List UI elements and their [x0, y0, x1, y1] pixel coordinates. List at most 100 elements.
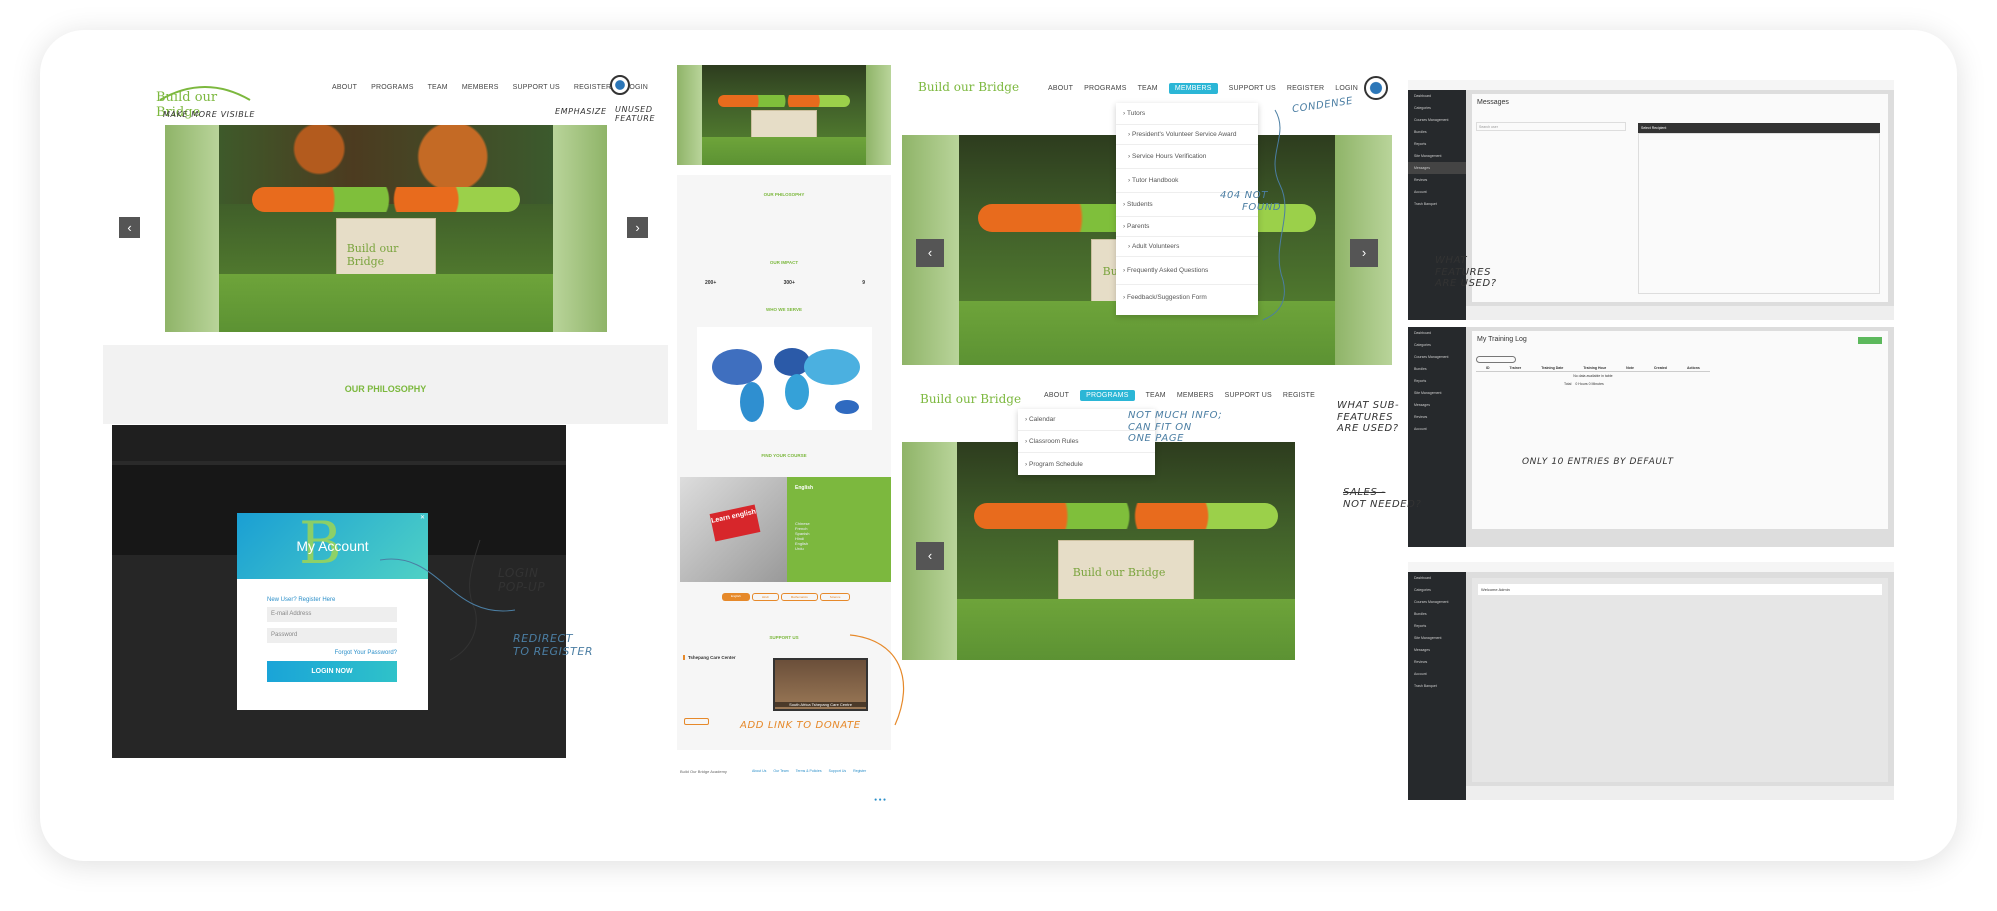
course-image-label: Learn english	[709, 504, 761, 542]
note-make-visible: MAKE MORE VISIBLE	[163, 110, 256, 119]
annotation-bracket-p3	[1262, 109, 1286, 321]
nav3-login[interactable]: LOGIN	[1335, 85, 1358, 94]
note-what-features: WHAT FEATURES ARE USED?	[1435, 255, 1497, 289]
nav-register[interactable]: REGISTER	[574, 84, 611, 91]
nav3b-register[interactable]: REGISTE	[1283, 392, 1315, 401]
logo-p3b[interactable]: Build our Bridge	[920, 392, 1021, 406]
note-not-much-info: NOT MUCH INFO; CAN FIT ON ONE PAGE	[1128, 410, 1223, 444]
login-button[interactable]: LOGIN NOW	[267, 661, 397, 682]
nav3b-about[interactable]: ABOUT	[1044, 392, 1069, 401]
slider-prev-button[interactable]: ‹	[119, 217, 140, 238]
dash-sidebar-3: Dashboard Categories Courses Management …	[1408, 572, 1466, 800]
menu-parents[interactable]: › Parents	[1116, 217, 1258, 237]
dashboard-welcome: Dashboard Categories Courses Management …	[1408, 562, 1894, 800]
menu-program-schedule[interactable]: › Program Schedule	[1018, 453, 1155, 475]
nav3b-team[interactable]: TEAM	[1146, 392, 1166, 401]
footer-social-icons[interactable]: ● ● ●	[874, 797, 886, 803]
search-icon-p3[interactable]	[1364, 76, 1388, 100]
training-title: My Training Log	[1477, 336, 1527, 343]
nav3-about[interactable]: ABOUT	[1048, 85, 1073, 94]
slider-next-button-p3[interactable]: ›	[1350, 239, 1378, 267]
course-tab-math[interactable]: Mathematics	[780, 593, 818, 601]
nav-programs[interactable]: PROGRAMS	[371, 84, 413, 91]
menu-faq[interactable]: › Frequently Asked Questions	[1116, 257, 1258, 285]
nav3-support[interactable]: SUPPORT US	[1229, 85, 1276, 94]
stat-students: 300+	[783, 280, 795, 286]
course-tab-science[interactable]: Science	[819, 593, 851, 601]
nav-members[interactable]: MEMBERS	[462, 84, 499, 91]
nav3-programs[interactable]: PROGRAMS	[1084, 85, 1126, 94]
mini-footer: Build Our Bridge Academy About Us Our Te…	[677, 767, 891, 809]
find-course: FIND YOUR COURSE	[761, 453, 807, 458]
register-link[interactable]: New User? Register Here	[267, 597, 335, 603]
menu-feedback[interactable]: › Feedback/Suggestion Form	[1116, 285, 1258, 309]
table-total-row: Total 0 Hours 0 Minutes	[1563, 382, 1604, 386]
mini-hero	[677, 65, 891, 165]
mini-impact: OUR IMPACT	[769, 260, 799, 265]
top-nav: ABOUT PROGRAMS TEAM MEMBERS SUPPORT US R…	[332, 84, 648, 91]
user-search-input[interactable]: Search user	[1476, 122, 1626, 131]
nav3b-support[interactable]: SUPPORT US	[1225, 392, 1272, 401]
nav-team[interactable]: TEAM	[428, 84, 448, 91]
add-new-button[interactable]	[1858, 337, 1882, 344]
note-sub-features: WHAT SUB- FEATURES ARE USED?	[1337, 400, 1400, 434]
course-card: English Chinese French Spanish Hindi Eng…	[787, 477, 891, 582]
note-condense: CONDENSE	[1291, 95, 1354, 116]
footer-address: Build Our Bridge Academy	[680, 769, 727, 774]
mockup-board: Build our Bridge MAKE MORE VISIBLE ABOUT…	[40, 30, 1957, 861]
who-we-serve: WHO WE SERVE	[766, 307, 802, 312]
table-row: No data available in table	[1573, 374, 1613, 378]
nav3b-programs[interactable]: PROGRAMS	[1080, 390, 1135, 401]
note-unused: UNUSED FEATURE	[615, 105, 656, 124]
slider-prev-button-p3[interactable]: ‹	[916, 239, 944, 267]
annotation-arrows-1	[380, 539, 516, 661]
impact-stats: 200+ 300+ 9	[705, 280, 865, 286]
logo[interactable]: Build our Bridge	[150, 80, 260, 120]
course-tab-english[interactable]: English	[722, 593, 750, 601]
slider-next-button[interactable]: ›	[627, 217, 648, 238]
hero-slider: Build our Bridge	[165, 125, 607, 332]
course-card-title: English	[795, 485, 814, 491]
note-emphasize: EMPHASIZE	[555, 107, 607, 116]
slider-prev-button-p3b[interactable]: ‹	[916, 542, 944, 570]
center-title: Tshepang Care Center	[683, 655, 736, 660]
note-entries: ONLY 10 ENTRIES BY DEFAULT	[1522, 457, 1674, 467]
course-tab-hindi[interactable]: Hindi	[751, 593, 779, 601]
nav-support[interactable]: SUPPORT US	[513, 84, 560, 91]
nav3-register[interactable]: REGISTER	[1287, 85, 1324, 94]
nav-about[interactable]: ABOUT	[332, 84, 357, 91]
stat-countries: 9	[862, 280, 865, 286]
course-image: Learn english	[680, 477, 787, 582]
nav3-team[interactable]: TEAM	[1138, 85, 1158, 94]
menu-service-hours[interactable]: › Service Hours Verification	[1116, 145, 1258, 169]
welcome-banner: Welcome Admin	[1478, 584, 1882, 595]
dash-sidebar-2: Dashboard Categories Courses Management …	[1408, 327, 1466, 547]
nav3-members[interactable]: MEMBERS	[1168, 83, 1218, 94]
footer-links: About Us Our Team Terms & Policies Suppo…	[752, 769, 867, 773]
world-map-icon	[712, 348, 860, 422]
learn-more-button[interactable]	[684, 718, 709, 725]
top-nav-p3b: ABOUT PROGRAMS TEAM MEMBERS SUPPORT US R…	[1044, 390, 1315, 401]
messages-title: Messages	[1477, 99, 1509, 106]
course-tabs: English Hindi Mathematics Science	[722, 593, 851, 601]
nav3b-members[interactable]: MEMBERS	[1177, 392, 1214, 401]
world-map	[697, 327, 872, 430]
dashboard-training: Dashboard Categories Courses Management …	[1408, 327, 1894, 547]
top-nav-p3: ABOUT PROGRAMS TEAM MEMBERS SUPPORT US R…	[1048, 83, 1358, 94]
course-list: Chinese French Spanish Hindi English Urd…	[795, 521, 810, 551]
stat-tutors: 200+	[705, 280, 717, 286]
password-field[interactable]: Password	[267, 628, 397, 643]
menu-pvsa[interactable]: › President's Volunteer Service Award	[1116, 125, 1258, 145]
logo-p3[interactable]: Build our Bridge	[918, 80, 1019, 94]
select-recipient-bar[interactable]: Select Recipient	[1638, 123, 1880, 133]
email-field[interactable]: E-mail Address	[267, 607, 397, 622]
mini-philosophy: OUR PHILOSOPHY	[763, 192, 805, 197]
search-icon[interactable]	[610, 75, 630, 95]
note-sales: SALES - NOT NEEDED?	[1343, 487, 1422, 510]
menu-adult-volunteers[interactable]: › Adult Volunteers	[1116, 237, 1258, 257]
entries-select[interactable]	[1476, 356, 1516, 363]
philosophy-band: OUR PHILOSOPHY	[103, 345, 668, 424]
training-table: ID Trainer Training Date Training Hour N…	[1476, 365, 1710, 388]
philosophy-heading: OUR PHILOSOPHY	[344, 384, 427, 394]
menu-tutors[interactable]: › Tutors	[1116, 103, 1258, 125]
